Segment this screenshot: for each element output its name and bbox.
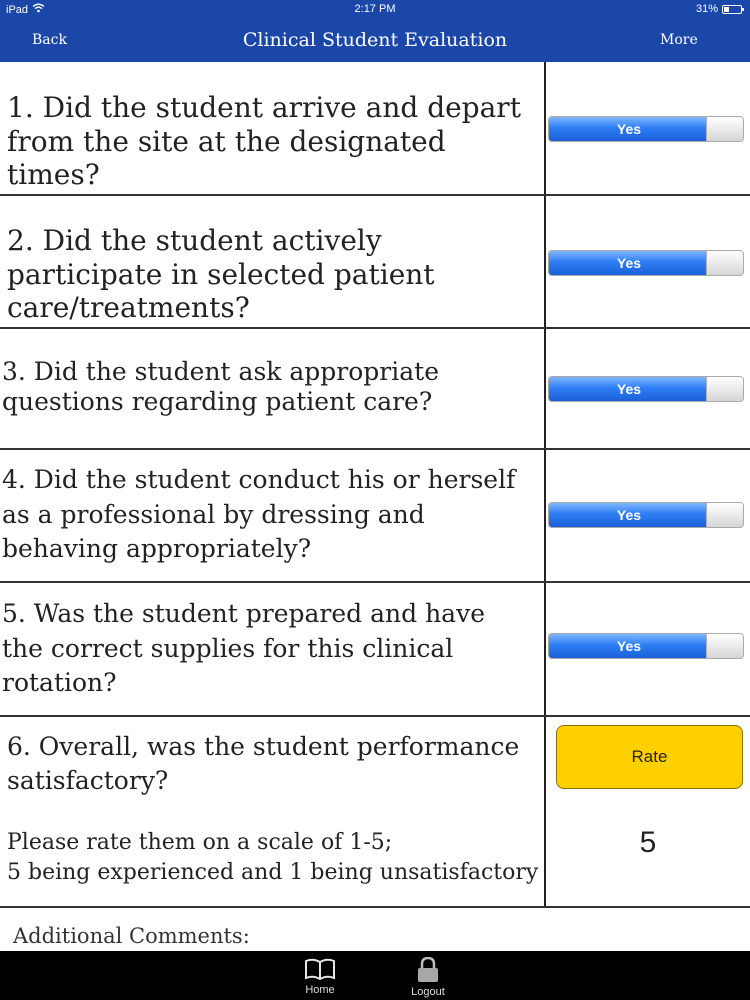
tab-logout-label: Logout: [411, 986, 445, 998]
rating-question-text: 6. Overall, was the student performance …: [7, 732, 520, 795]
tab-logout[interactable]: Logout: [388, 957, 468, 998]
question-3-toggle[interactable]: Yes: [548, 376, 744, 402]
rating-hint: Please rate them on a scale of 1-5; 5 be…: [7, 830, 539, 885]
tab-bar: Home Logout: [0, 951, 750, 1000]
question-2-toggle[interactable]: Yes: [548, 250, 744, 276]
page-title: Clinical Student Evaluation: [242, 29, 508, 51]
rating-value: 5: [639, 826, 657, 859]
question-1-text: 1. Did the student arrive and depart fro…: [7, 91, 521, 192]
battery-percent: 31%: [695, 3, 718, 15]
question-1-toggle[interactable]: Yes: [548, 116, 744, 142]
question-4-text: 4. Did the student conduct his or hersel…: [2, 465, 516, 563]
question-3-text: 3. Did the student ask appropriate quest…: [2, 357, 439, 416]
rate-button[interactable]: Rate: [556, 725, 743, 789]
lock-icon: [388, 957, 468, 983]
status-bar: iPad 2:17 PM 31%: [0, 0, 750, 20]
question-2-text: 2. Did the student actively participate …: [7, 224, 435, 325]
comments-label: Additional Comments:: [13, 924, 250, 948]
battery-icon: [722, 4, 744, 14]
tab-home[interactable]: Home: [280, 957, 360, 996]
more-button[interactable]: More: [660, 32, 698, 48]
question-5-toggle[interactable]: Yes: [548, 633, 744, 659]
status-time: 2:17 PM: [354, 3, 396, 15]
question-5-text: 5. Was the student prepared and have the…: [2, 599, 485, 697]
navigation-bar: Back Clinical Student Evaluation More: [0, 20, 750, 62]
book-icon: [280, 957, 360, 981]
tab-home-label: Home: [305, 984, 335, 996]
question-4-toggle[interactable]: Yes: [548, 502, 744, 528]
